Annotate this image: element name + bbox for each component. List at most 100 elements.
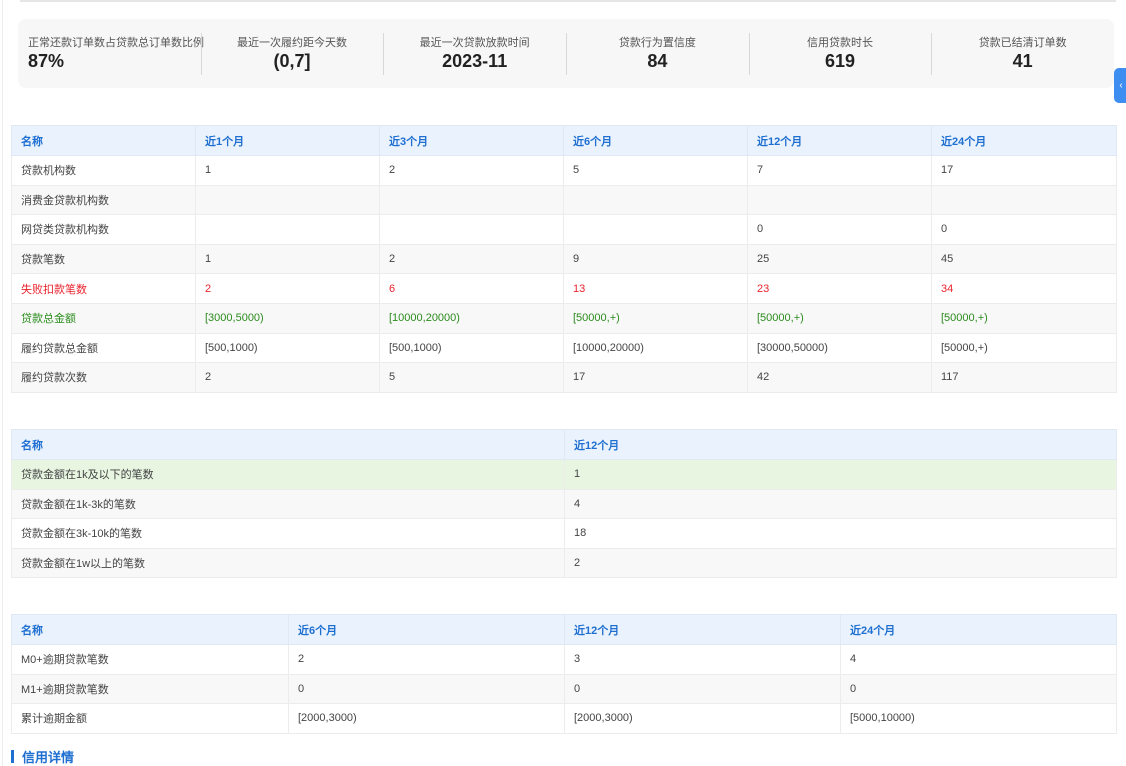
table-cell [747,184,932,216]
table-cell: 贷款金额在1k-3k的笔数 [11,488,565,520]
table-cell: 0 [840,673,1117,705]
side-expand-tab[interactable]: ‹ [1114,68,1126,103]
table-cell: 42 [747,362,932,393]
stats-summary-card: 正常还款订单数占贷款总订单数比例 87% 最近一次履约距今天数 (0,7] 最近… [18,19,1114,88]
table-cell: 5 [379,362,564,393]
table-cell: 6 [379,273,564,304]
table-row: 贷款金额在1w以上的笔数 2 [11,547,1117,579]
column-header: 近6个月 [563,125,748,156]
section-title-credit-details: 信用详情 [11,748,75,765]
table-cell [379,184,564,216]
table-cell: 0 [931,214,1117,245]
table-cell: 2 [195,362,380,393]
table-cell: 1 [564,459,1117,490]
table-row: 贷款机构数 1 2 5 7 17 [11,155,1117,186]
table-cell: 2 [379,155,564,186]
overdue-stats-table: 名称 近6个月 近12个月 近24个月 M0+逾期贷款笔数 2 3 4 M1+逾… [11,614,1117,734]
table-cell: 23 [747,273,932,304]
table-cell: [50000,+) [931,332,1117,364]
table-cell: 1 [195,155,380,186]
column-header: 近12个月 [564,614,841,645]
table-cell: 0 [564,673,841,705]
table-cell: 7 [747,155,932,186]
chevron-left-icon: ‹ [1119,80,1123,91]
section-title-text: 信用详情 [22,749,75,765]
table-cell [195,214,380,245]
table-header-row: 名称 近12个月 [11,429,1117,460]
stat-value: 84 [647,51,668,71]
table-row: 网贷类贷款机构数 0 0 [11,214,1117,245]
table-cell: [2000,3000) [288,703,565,734]
stat-value: 87% [28,51,65,71]
table-cell: [10000,20000) [563,332,748,364]
table-row: 贷款金额在3k-10k的笔数 18 [11,518,1117,549]
table-cell: 贷款机构数 [11,155,196,186]
column-header: 名称 [11,429,565,460]
table-cell: 2 [564,547,1117,579]
table-cell: 3 [564,644,841,675]
top-divider [20,0,1116,2]
stat-last-loan-time: 最近一次贷款放款时间 2023-11 [383,19,566,88]
stat-label: 最近一次贷款放款时间 [419,37,530,49]
table-cell: 117 [931,362,1117,393]
table-cell: 2 [195,273,380,304]
table-cell: 4 [564,488,1117,520]
column-header: 近6个月 [288,614,565,645]
table-cell: 17 [563,362,748,393]
column-header: 名称 [11,125,196,156]
stat-label: 最近一次履约距今天数 [237,37,347,49]
column-header: 近1个月 [195,125,380,156]
table-cell [195,184,380,216]
table-cell: 17 [931,155,1117,186]
table-cell: [10000,20000) [379,302,564,334]
stat-value: (0,7] [273,51,311,71]
column-header: 近3个月 [379,125,564,156]
table-cell [379,214,564,245]
table-cell: [50000,+) [563,302,748,334]
table-cell: 贷款金额在1w以上的笔数 [11,547,565,579]
table-cell: [30000,50000) [747,332,932,364]
stat-label: 贷款行为置信度 [618,37,696,49]
table-header-row: 名称 近6个月 近12个月 近24个月 [11,614,1117,645]
stat-repay-ratio: 正常还款订单数占贷款总订单数比例 87% [18,19,204,88]
table-row: 履约贷款次数 2 5 17 42 117 [11,362,1117,393]
section-accent-bar [11,749,14,763]
column-header: 近24个月 [931,125,1117,156]
stat-label: 正常还款订单数占贷款总订单数比例 [28,37,204,49]
table-cell: 18 [564,518,1117,549]
table-row: 消费金贷款机构数 [11,184,1117,216]
table-row: 履约贷款总金额 [500,1000) [500,1000) [10000,200… [11,332,1117,364]
column-header: 名称 [11,614,289,645]
table-row-failed-deductions: 失败扣款笔数 2 6 13 23 34 [11,273,1117,304]
column-header: 近24个月 [840,614,1117,645]
table-cell: [3000,5000) [195,302,380,334]
stat-label: 贷款已结清订单数 [978,37,1067,49]
left-border [2,0,3,766]
table-cell: 消费金贷款机构数 [11,184,196,216]
table-cell: 0 [288,673,565,705]
table-cell: [2000,3000) [564,703,841,734]
loan-amount-distribution-table: 名称 近12个月 贷款金额在1k及以下的笔数 1 贷款金额在1k-3k的笔数 4… [11,429,1117,579]
table-cell [931,184,1117,216]
table-cell: M0+逾期贷款笔数 [11,644,289,675]
table-cell: 累计逾期金额 [11,703,289,734]
stat-credit-duration: 信用贷款时长 619 [748,19,932,88]
table-cell: [5000,10000) [840,703,1117,734]
table-cell: [500,1000) [195,332,380,364]
table-cell: [500,1000) [379,332,564,364]
table-cell: 34 [931,273,1117,304]
table-cell: 4 [840,644,1117,675]
table-row: M1+逾期贷款笔数 0 0 0 [11,673,1117,705]
column-header: 近12个月 [564,429,1117,460]
table-cell: [50000,+) [931,302,1117,334]
table-row-highlighted: 贷款金额在1k及以下的笔数 1 [11,459,1117,490]
table-row: 累计逾期金额 [2000,3000) [2000,3000) [5000,100… [11,703,1117,734]
table-cell: 2 [379,243,564,275]
table-cell: 45 [931,243,1117,275]
table-row: 贷款笔数 1 2 9 25 45 [11,243,1117,275]
table-cell: 2 [288,644,565,675]
table-cell: 0 [747,214,932,245]
table-cell: 履约贷款次数 [11,362,196,393]
stat-value: 619 [824,51,856,71]
stat-value: 2023-11 [442,51,508,71]
